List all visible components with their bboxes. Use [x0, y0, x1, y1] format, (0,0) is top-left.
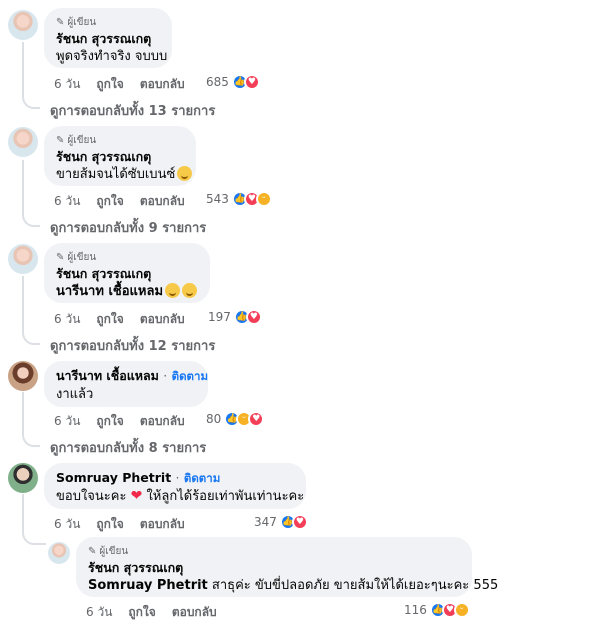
comment-actions: 6 วัน ถูกใจ ตอบกลับ	[54, 515, 185, 534]
comment-text: งาแล้ว	[56, 387, 94, 402]
thread-line	[22, 494, 24, 534]
heart-emoji: ❤	[130, 488, 143, 504]
love-reaction-icon: ♥	[248, 411, 265, 427]
reaction-count: 116	[404, 603, 427, 617]
grinning-emoji	[177, 166, 193, 181]
love-reaction-icon: ♥	[245, 309, 262, 325]
follow-button[interactable]: ติดตาม	[184, 471, 220, 485]
reaction-count: 80	[206, 412, 222, 426]
comment-author[interactable]: Somruay Phetrit · ติดตาม	[56, 469, 294, 487]
avatar[interactable]	[8, 10, 38, 40]
comment-author[interactable]: นารีนาท เชื้อแหลม · ติดตาม	[56, 367, 208, 385]
reaction-summary[interactable]: 347 👍 ♥	[254, 514, 308, 530]
view-replies-link[interactable]: ดูการตอบกลับทั้ง 12 รายการ	[50, 335, 215, 356]
view-replies-link[interactable]: ดูการตอบกลับทั้ง 13 รายการ	[50, 100, 215, 121]
comment-time[interactable]: 6 วัน	[54, 310, 80, 329]
comment-bubble: Somruay Phetrit · ติดตาม ขอบใจนะคะ ❤ ให้…	[44, 463, 306, 509]
comment-time[interactable]: 6 วัน	[54, 412, 80, 431]
reply-bubble: ✎ ผู้เขียน รัชนก สุวรรณเกตุ Somruay Phetr…	[76, 537, 499, 597]
love-reaction-icon: ♥	[243, 74, 260, 90]
reply-button[interactable]: ตอบกลับ	[140, 310, 185, 329]
reaction-count: 197	[208, 310, 231, 324]
comment-time[interactable]: 6 วัน	[54, 75, 80, 94]
comment-author[interactable]: รัชนก สุวรรณเกตุ	[56, 148, 184, 165]
reply-button[interactable]: ตอบกลับ	[140, 75, 185, 94]
pencil-icon: ✎	[56, 134, 65, 146]
smiling-emoji	[165, 283, 181, 298]
avatar[interactable]	[8, 127, 38, 157]
view-replies-link[interactable]: ดูการตอบกลับทั้ง 9 รายการ	[50, 217, 206, 238]
like-button[interactable]: ถูกใจ	[96, 75, 123, 94]
view-replies-link[interactable]: ดูการตอบกลับทั้ง 8 รายการ	[50, 437, 206, 458]
thread-curve	[22, 331, 40, 345]
follow-button[interactable]: ติดตาม	[172, 369, 208, 383]
author-badge: ✎ ผู้เขียน	[88, 545, 129, 557]
author-badge: ✎ ผู้เขียน	[56, 251, 97, 263]
reaction-count: 347	[254, 515, 277, 529]
like-button[interactable]: ถูกใจ	[96, 192, 123, 211]
avatar[interactable]	[8, 361, 38, 391]
comment-bubble: ✎ ผู้เขียน รัชนก สุวรรณเกตุ นารีนาท เชื้อ…	[44, 243, 210, 303]
reaction-summary[interactable]: 116 👍 ♥ ᵕ	[404, 602, 470, 618]
comment-text: ขอบใจนะคะ ❤ ให้ลูกได้ร้อยเท่าพันเท่านะคะ	[56, 488, 305, 504]
smiling-emoji	[182, 283, 198, 298]
reply-button[interactable]: ตอบกลับ	[140, 412, 185, 431]
author-badge: ✎ ผู้เขียน	[56, 134, 97, 146]
haha-reaction-icon: ᵕ	[255, 191, 272, 207]
comment-bubble: ✎ ผู้เขียน รัชนก สุวรรณเกตุ ขายส้มจนได้ซั…	[44, 126, 196, 186]
mention-link[interactable]: นารีนาท เชื้อแหลม	[56, 284, 163, 299]
pencil-icon: ✎	[56, 16, 65, 28]
reaction-summary[interactable]: 197 👍 ♥	[208, 309, 262, 325]
comment-bubble: นารีนาท เชื้อแหลม · ติดตาม งาแล้ว	[44, 361, 208, 407]
like-button[interactable]: ถูกใจ	[96, 310, 123, 329]
pencil-icon: ✎	[88, 545, 97, 557]
reply-button[interactable]: ตอบกลับ	[172, 603, 217, 622]
comment-actions: 6 วัน ถูกใจ ตอบกลับ	[86, 603, 217, 622]
comment-actions: 6 วัน ถูกใจ ตอบกลับ	[54, 75, 185, 94]
comment-author[interactable]: รัชนก สุวรรณเกตุ	[56, 265, 198, 282]
mention-link[interactable]: Somruay Phetrit	[88, 578, 208, 593]
reaction-count: 685	[206, 75, 229, 89]
author-badge: ✎ ผู้เขียน	[56, 16, 97, 28]
comment-time[interactable]: 6 วัน	[54, 515, 80, 534]
reaction-summary[interactable]: 543 👍 ♥ ᵕ	[206, 191, 272, 207]
comment-time[interactable]: 6 วัน	[54, 192, 80, 211]
reply-button[interactable]: ตอบกลับ	[140, 192, 185, 211]
comment-author[interactable]: รัชนก สุวรรณเกตุ	[88, 559, 460, 576]
comment-actions: 6 วัน ถูกใจ ตอบกลับ	[54, 192, 185, 211]
comment-actions: 6 วัน ถูกใจ ตอบกลับ	[54, 310, 185, 329]
reaction-summary[interactable]: 685 👍 ♥	[206, 74, 260, 90]
thread-curve	[22, 531, 46, 545]
comment-text: นารีนาท เชื้อแหลม	[56, 282, 198, 301]
comment-time[interactable]: 6 วัน	[86, 603, 112, 622]
like-button[interactable]: ถูกใจ	[96, 412, 123, 431]
comment-text: Somruay Phetrit สาธุค่ะ ขับขี่ปลอดภัย ขา…	[88, 578, 499, 593]
reply-button[interactable]: ตอบกลับ	[140, 515, 185, 534]
comment-text: พูดจริงทำจริง จบบบ	[56, 49, 168, 64]
thread-curve	[22, 433, 40, 447]
comment-actions: 6 วัน ถูกใจ ตอบกลับ	[54, 412, 185, 431]
comment-author[interactable]: รัชนก สุวรรณเกตุ	[56, 30, 160, 47]
reaction-summary[interactable]: 80 👍 ᵕ ♥	[206, 411, 265, 427]
thread-line	[22, 276, 24, 334]
reaction-count: 543	[206, 192, 229, 206]
pencil-icon: ✎	[56, 251, 65, 263]
avatar[interactable]	[8, 244, 38, 274]
thread-line	[22, 160, 24, 216]
thread-curve	[22, 213, 40, 227]
avatar[interactable]	[48, 542, 70, 564]
thread-curve	[22, 95, 40, 109]
like-button[interactable]: ถูกใจ	[96, 515, 123, 534]
avatar[interactable]	[8, 463, 38, 493]
comment-bubble: ✎ ผู้เขียน รัชนก สุวรรณเกตุ พูดจริงทำจริง…	[44, 8, 172, 68]
like-button[interactable]: ถูกใจ	[128, 603, 155, 622]
thread-line	[22, 42, 24, 98]
haha-reaction-icon: ᵕ	[453, 602, 470, 618]
comment-text: ขายส้มจนได้ซับเบนซ์	[56, 165, 193, 184]
love-reaction-icon: ♥	[291, 514, 308, 530]
thread-line	[22, 392, 24, 436]
